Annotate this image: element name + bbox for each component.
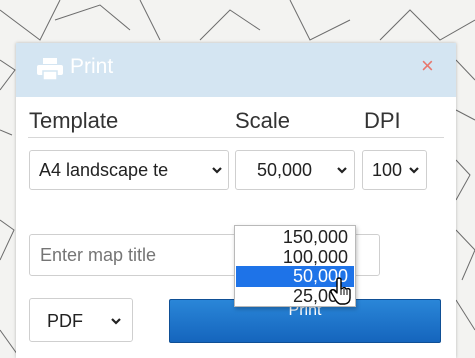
dpi-select[interactable]: 100 (362, 150, 427, 190)
close-icon[interactable]: × (421, 53, 434, 79)
dpi-select-value: 100 (372, 160, 403, 180)
dpi-label: DPI (364, 108, 401, 133)
chevron-down-icon (111, 318, 121, 325)
dialog-title: Print (70, 55, 114, 78)
format-select[interactable]: PDF (29, 298, 133, 342)
hand-cursor-icon (330, 277, 351, 305)
print-dialog: Print × Template Scale DPI A4 landscape … (16, 43, 456, 358)
divider (28, 137, 444, 138)
template-select-value: A4 landscape te (39, 160, 169, 180)
format-select-value: PDF (47, 311, 83, 331)
chevron-down-icon (337, 167, 347, 174)
chevron-down-icon (409, 167, 419, 174)
chevron-down-icon (212, 167, 222, 174)
scale-option[interactable]: 100,000 (236, 247, 354, 268)
printer-icon (37, 58, 63, 80)
scale-option[interactable]: 150,000 (236, 227, 354, 248)
dialog-header: Print × (16, 43, 456, 97)
scale-select-value: 50,000 (257, 160, 313, 180)
template-label: Template (29, 108, 119, 133)
scale-label: Scale (235, 108, 291, 133)
template-select[interactable]: A4 landscape te (29, 150, 229, 190)
scale-select[interactable]: 50,000 (235, 150, 355, 190)
